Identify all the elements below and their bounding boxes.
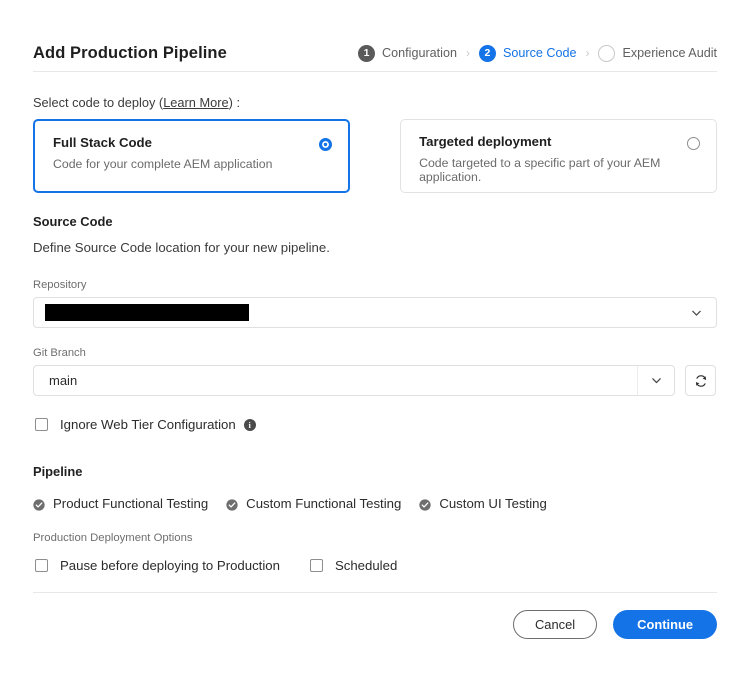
refresh-icon — [695, 374, 706, 387]
option-card-full-stack-code[interactable]: Full Stack Code Code for your complete A… — [33, 119, 351, 193]
git-branch-combobox[interactable]: main — [33, 365, 675, 396]
cancel-button[interactable]: Cancel — [513, 610, 598, 639]
step-source-code[interactable]: 2 Source Code — [478, 44, 577, 62]
repository-row — [33, 297, 717, 328]
step-separator-icon: › — [585, 46, 590, 60]
pipeline-heading: Pipeline — [33, 464, 83, 479]
deploy-label-text-after: ) : — [228, 95, 241, 110]
check-circle-icon — [226, 498, 238, 511]
scheduled-label: Scheduled — [334, 558, 398, 573]
radio-full-stack-code[interactable] — [319, 138, 333, 151]
ignore-web-tier-row[interactable]: Ignore Web Tier Configuration i — [35, 417, 256, 432]
git-branch-label: Git Branch — [33, 347, 86, 359]
option-card-description: Code targeted to a specific part of your… — [419, 156, 661, 184]
pause-before-deploying-row[interactable]: Pause before deploying to Production — [35, 558, 280, 573]
option-card-targeted-deployment[interactable]: Targeted deployment Code targeted to a s… — [400, 119, 717, 193]
git-branch-dropdown-button[interactable] — [637, 366, 674, 395]
chevron-down-icon[interactable] — [691, 307, 702, 318]
source-code-subtext: Define Source Code location for your new… — [33, 240, 330, 255]
pipeline-item-custom-ui-testing[interactable]: Custom UI Testing — [419, 496, 547, 511]
page-title: Add Production Pipeline — [33, 43, 227, 62]
git-branch-value: main — [49, 373, 78, 388]
deploy-option-cards: Full Stack Code Code for your complete A… — [33, 119, 717, 193]
repository-label: Repository — [33, 279, 87, 291]
repository-select[interactable] — [33, 297, 717, 328]
pipeline-test-list: Product Functional Testing Custom Functi… — [33, 496, 547, 511]
chevron-down-icon — [651, 378, 661, 384]
step-experience-audit[interactable]: Experience Audit — [598, 44, 717, 62]
repository-redacted-value — [45, 304, 249, 321]
ignore-web-tier-label: Ignore Web Tier Configuration — [60, 417, 236, 432]
select-code-to-deploy-label: Select code to deploy (Learn More) : — [33, 95, 240, 110]
pipeline-item-label: Product Functional Testing — [53, 496, 209, 511]
dialog-footer: Cancel Continue — [513, 610, 717, 639]
pause-before-deploying-checkbox[interactable] — [35, 559, 48, 572]
step-3-badge — [598, 44, 616, 62]
wizard-stepper: 1 Configuration › 2 Source Code › Experi… — [358, 44, 717, 62]
continue-button[interactable]: Continue — [613, 610, 717, 639]
scheduled-row[interactable]: Scheduled — [309, 558, 398, 573]
ignore-web-tier-checkbox[interactable] — [35, 418, 48, 431]
pipeline-item-label: Custom Functional Testing — [246, 496, 402, 511]
step-separator-icon: › — [465, 46, 470, 60]
option-card-title: Full Stack Code — [53, 135, 152, 150]
check-circle-icon — [419, 498, 431, 511]
option-card-description: Code for your complete AEM application — [53, 157, 273, 171]
refresh-branches-button[interactable] — [685, 365, 716, 396]
pause-before-deploying-label: Pause before deploying to Production — [60, 558, 280, 573]
pipeline-item-label: Custom UI Testing — [439, 496, 547, 511]
deploy-label-text-before: Select code to deploy ( — [33, 95, 164, 110]
learn-more-link[interactable]: Learn More — [163, 95, 228, 110]
pipeline-item-custom-functional-testing[interactable]: Custom Functional Testing — [226, 496, 401, 511]
step-2-badge: 2 — [478, 44, 496, 62]
git-branch-row: main — [33, 365, 717, 396]
source-code-heading: Source Code — [33, 214, 113, 229]
radio-targeted-deployment[interactable] — [687, 137, 700, 150]
check-circle-icon — [33, 498, 45, 511]
add-production-pipeline-dialog: Add Production Pipeline 1 Configuration … — [0, 0, 750, 673]
pipeline-item-product-functional-testing[interactable]: Product Functional Testing — [33, 496, 208, 511]
scheduled-checkbox[interactable] — [309, 559, 323, 572]
production-deployment-options-label: Production Deployment Options — [33, 532, 193, 544]
option-card-title: Targeted deployment — [419, 134, 552, 149]
footer-divider — [33, 592, 717, 593]
step-1-badge: 1 — [358, 44, 376, 62]
step-3-label: Experience Audit — [622, 46, 717, 60]
production-deployment-options: Pause before deploying to Production Sch… — [35, 558, 397, 573]
info-icon[interactable]: i — [243, 418, 256, 431]
step-configuration[interactable]: 1 Configuration — [358, 44, 457, 62]
step-1-label: Configuration — [382, 46, 457, 60]
dialog-header: Add Production Pipeline 1 Configuration … — [33, 38, 717, 68]
header-divider — [33, 71, 717, 72]
step-2-label: Source Code — [502, 46, 577, 60]
